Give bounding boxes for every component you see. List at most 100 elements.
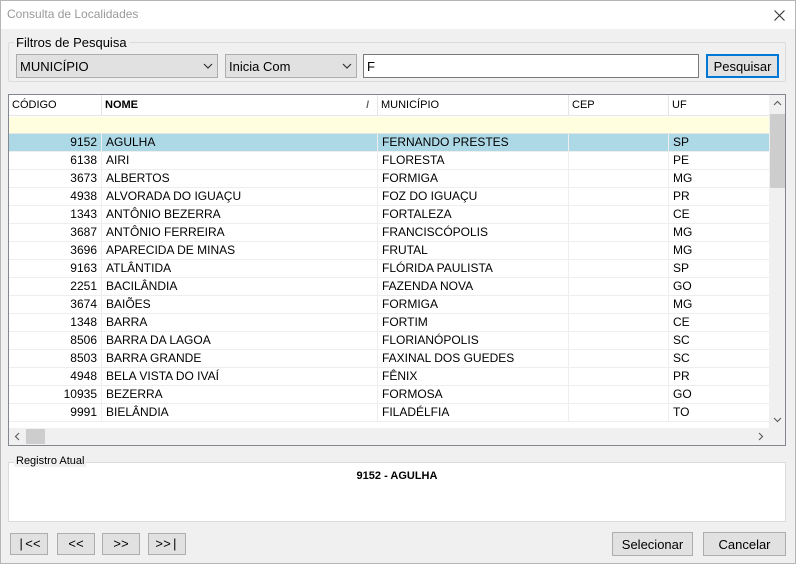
table-row[interactable]: 9152 AGULHA FERNANDO PRESTES SP	[9, 134, 769, 152]
cell-cep	[569, 368, 669, 385]
table-row[interactable]: 4938 ALVORADA DO IGUAÇU FOZ DO IGUAÇU PR	[9, 188, 769, 206]
window-title: Consulta de Localidades	[7, 7, 139, 21]
cell-municipio: FERNANDO PRESTES	[378, 134, 569, 151]
cell-codigo: 8506	[9, 332, 102, 349]
cell-municipio: FÊNIX	[378, 368, 569, 385]
title-bar: Consulta de Localidades	[1, 1, 795, 29]
search-field-value: MUNICÍPIO	[20, 58, 89, 74]
cell-cep	[569, 188, 669, 205]
horizontal-scroll-thumb[interactable]	[26, 429, 45, 444]
cell-municipio: FORMIGA	[378, 170, 569, 187]
cell-nome: AGULHA	[102, 134, 378, 151]
cell-municipio: FORMOSA	[378, 386, 569, 403]
cell-municipio: FOZ DO IGUAÇU	[378, 188, 569, 205]
table-row[interactable]: 8503 BARRA GRANDE FAXINAL DOS GUEDES SC	[9, 350, 769, 368]
scroll-down-button[interactable]	[769, 411, 785, 428]
cell-uf: CE	[673, 315, 690, 329]
table-row[interactable]: 1348 BARRA FORTIM CE	[9, 314, 769, 332]
column-header-uf[interactable]: UF	[669, 95, 769, 116]
table-row[interactable]: 6138 AIRI FLORESTA PE	[9, 152, 769, 170]
results-grid[interactable]: CÓDIGO NOME / MUNICÍPIO CEP UF 9152 AGULH…	[8, 94, 786, 446]
column-header-municipio[interactable]: MUNICÍPIO	[378, 95, 569, 116]
cell-nome: ATLÂNTIDA	[102, 260, 378, 277]
cell-nome: ALVORADA DO IGUAÇU	[102, 188, 378, 205]
next-record-button[interactable]: >>	[102, 533, 140, 555]
search-input[interactable]	[363, 54, 699, 78]
cell-uf: SC	[673, 333, 690, 347]
cell-municipio: FLORIANÓPOLIS	[378, 332, 569, 349]
cell-cep	[569, 332, 669, 349]
cell-codigo: 1343	[9, 206, 102, 223]
cell-uf: MG	[673, 297, 693, 311]
column-header-nome-label: NOME	[105, 99, 138, 111]
column-header-nome[interactable]: NOME /	[102, 95, 378, 116]
table-row[interactable]: 2251 BACILÂNDIA FAZENDA NOVA GO	[9, 278, 769, 296]
cell-cep	[569, 296, 669, 313]
scroll-up-button[interactable]	[769, 95, 785, 112]
cell-codigo: 9991	[9, 404, 102, 421]
table-row[interactable]: 3687 ANTÔNIO FERREIRA FRANCISCÓPOLIS MG	[9, 224, 769, 242]
table-row[interactable]: 1343 ANTÔNIO BEZERRA FORTALEZA CE	[9, 206, 769, 224]
table-row[interactable]: 3673 ALBERTOS FORMIGA MG	[9, 170, 769, 188]
cell-codigo: 1348	[9, 314, 102, 331]
cell-cep	[569, 170, 669, 187]
cell-cep	[569, 278, 669, 295]
cell-nome: BARRA GRANDE	[102, 350, 378, 367]
cell-codigo: 2251	[9, 278, 102, 295]
previous-record-button[interactable]: <<	[57, 533, 95, 555]
cell-nome: BEZERRA	[102, 386, 378, 403]
cell-cep	[569, 224, 669, 241]
chevron-down-icon	[203, 63, 213, 69]
last-record-button[interactable]: >>|	[148, 533, 186, 555]
column-header-codigo[interactable]: CÓDIGO	[9, 95, 102, 116]
table-row[interactable]: 9163 ATLÂNTIDA FLÓRIDA PAULISTA SP	[9, 260, 769, 278]
select-button[interactable]: Selecionar	[612, 532, 693, 556]
cell-codigo: 3696	[9, 242, 102, 259]
table-row[interactable]: 3696 APARECIDA DE MINAS FRUTAL MG	[9, 242, 769, 260]
table-row[interactable]: 4948 BELA VISTA DO IVAÍ FÊNIX PR	[9, 368, 769, 386]
cell-cep	[569, 350, 669, 367]
table-row[interactable]: 3674 BAIÕES FORMIGA MG	[9, 296, 769, 314]
table-row[interactable]: 9991 BIELÂNDIA FILADÉLFIA TO	[9, 404, 769, 422]
table-row[interactable]: 10935 BEZERRA FORMOSA GO	[9, 386, 769, 404]
table-row[interactable]: 8506 BARRA DA LAGOA FLORIANÓPOLIS SC	[9, 332, 769, 350]
chevron-up-icon	[773, 100, 782, 106]
cell-municipio: FAZENDA NOVA	[378, 278, 569, 295]
chevron-down-icon	[342, 63, 352, 69]
close-button[interactable]	[769, 5, 789, 25]
cancel-button[interactable]: Cancelar	[703, 532, 786, 556]
cell-municipio: FRANCISCÓPOLIS	[378, 224, 569, 241]
cell-municipio: FILADÉLFIA	[378, 404, 569, 421]
filter-group-legend: Filtros de Pesquisa	[14, 35, 129, 50]
cell-uf: PR	[673, 189, 690, 203]
column-header-cep[interactable]: CEP	[569, 95, 669, 116]
cell-nome: ANTÔNIO BEZERRA	[102, 206, 378, 223]
cell-codigo: 3687	[9, 224, 102, 241]
search-button[interactable]: Pesquisar	[706, 54, 779, 78]
cell-codigo: 6138	[9, 152, 102, 169]
cell-municipio: FLORESTA	[378, 152, 569, 169]
scrollbar-corner	[769, 428, 785, 445]
current-record-value: 9152 - AGULHA	[356, 470, 438, 482]
vertical-scrollbar[interactable]	[769, 95, 785, 428]
chevron-left-icon	[14, 432, 20, 441]
cell-nome: AIRI	[102, 152, 378, 169]
cell-nome: BACILÂNDIA	[102, 278, 378, 295]
scroll-left-button[interactable]	[9, 428, 26, 445]
vertical-scroll-thumb[interactable]	[770, 114, 785, 188]
close-icon	[773, 9, 785, 21]
grid-filter-row[interactable]	[9, 117, 769, 134]
cell-codigo: 10935	[9, 386, 102, 403]
cell-municipio: FORTALEZA	[378, 206, 569, 223]
cell-uf: TO	[673, 405, 690, 419]
cell-cep	[569, 152, 669, 169]
search-mode-value: Inicia Com	[229, 58, 291, 74]
first-record-button[interactable]: |<<	[10, 533, 48, 555]
cell-uf: CE	[673, 207, 690, 221]
horizontal-scrollbar[interactable]	[9, 428, 769, 445]
search-field-select[interactable]: MUNICÍPIO	[16, 54, 218, 78]
cell-municipio: FRUTAL	[378, 242, 569, 259]
search-mode-select[interactable]: Inicia Com	[225, 54, 357, 78]
scroll-right-button[interactable]	[752, 428, 769, 445]
cell-uf: PR	[673, 369, 690, 383]
